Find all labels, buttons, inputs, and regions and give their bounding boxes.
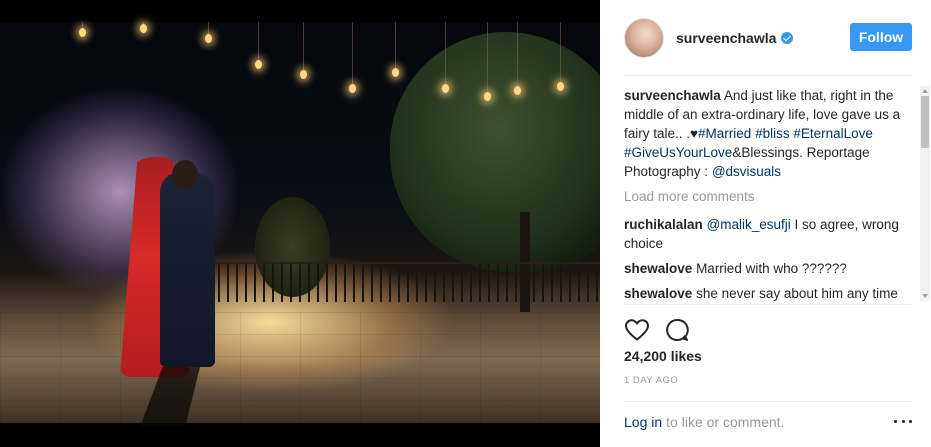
comment-icon[interactable] <box>664 317 690 343</box>
instagram-post: surveenchawla Follow surveenchawla And j… <box>0 0 931 447</box>
light-wire <box>517 22 518 88</box>
likes-count[interactable]: 24,200 likes <box>624 348 702 364</box>
caption-username[interactable]: surveenchawla <box>624 88 721 103</box>
light-wire <box>560 22 561 84</box>
caption-mention[interactable]: @dsvisuals <box>712 164 781 179</box>
string-light-bulb <box>557 82 564 91</box>
string-light-bulb <box>484 92 491 101</box>
post-header: surveenchawla Follow <box>624 0 912 76</box>
caption-hashtag[interactable]: #EternalLove <box>793 126 873 141</box>
post-timestamp[interactable]: 1 DAY AGO <box>624 375 678 386</box>
heart-icon[interactable] <box>624 317 650 343</box>
caption-hashtag[interactable]: #bliss <box>755 126 790 141</box>
author-avatar[interactable] <box>624 17 664 58</box>
scroll-down-icon[interactable] <box>922 294 928 298</box>
post-photo-frame <box>0 0 600 447</box>
login-prompt-text: to like or comment. <box>666 413 785 430</box>
login-link[interactable]: Log in <box>624 414 662 430</box>
groom-head <box>172 160 198 190</box>
comment-item: shewalove Married with who ?????? <box>624 259 912 278</box>
caption-hashtag[interactable]: #Married <box>698 126 751 141</box>
light-wire <box>445 22 446 86</box>
comment-mention[interactable]: @malik_esufji <box>707 217 791 232</box>
caption-hashtag[interactable]: #GiveUsYourLove <box>624 145 732 160</box>
string-light-bulb <box>349 84 356 93</box>
light-wire <box>352 22 353 86</box>
comment-username[interactable]: shewalove <box>624 261 692 276</box>
scrollbar-thumb[interactable] <box>921 96 929 148</box>
light-wire <box>487 22 488 94</box>
string-light-bulb <box>442 84 449 93</box>
scroll-up-icon[interactable] <box>922 89 928 93</box>
groom-figure <box>160 172 215 367</box>
load-more-comments-button[interactable]: Load more comments <box>624 187 912 206</box>
string-light-bulb <box>79 28 86 37</box>
comment-item: shewalove she never say about him any ti… <box>624 284 912 301</box>
light-wire <box>258 22 259 62</box>
light-wire <box>395 22 396 70</box>
light-wire <box>303 22 304 72</box>
tree-graphic <box>390 32 600 272</box>
author-username[interactable]: surveenchawla <box>676 30 776 46</box>
more-options-icon[interactable] <box>894 414 912 428</box>
caption: surveenchawla And just like that, right … <box>624 86 912 181</box>
string-light-bulb <box>140 24 147 33</box>
comment-item: ruchikalalan @malik_esufji I so agree, w… <box>624 215 912 253</box>
verified-badge-icon <box>781 31 794 44</box>
post-side-panel: surveenchawla Follow surveenchawla And j… <box>600 0 931 447</box>
follow-button[interactable]: Follow <box>850 23 912 51</box>
string-light-bulb <box>514 86 521 95</box>
railing-graphic <box>200 262 600 302</box>
comments-list: surveenchawla And just like that, right … <box>624 86 912 301</box>
post-actions <box>624 304 912 343</box>
string-light-bulb <box>255 60 262 69</box>
post-footer: Log in to like or comment. <box>624 401 912 441</box>
string-light-bulb <box>205 34 212 43</box>
string-light-bulb <box>300 70 307 79</box>
comments-scrollbar[interactable] <box>920 86 930 301</box>
comment-username[interactable]: shewalove <box>624 286 692 301</box>
comment-text: Married with who ?????? <box>696 261 847 276</box>
post-photo[interactable] <box>0 22 600 427</box>
comment-username[interactable]: ruchikalalan <box>624 217 703 232</box>
caption-text-part: ♥ <box>690 126 699 141</box>
string-light-bulb <box>392 68 399 77</box>
floor-graphic <box>0 312 600 423</box>
